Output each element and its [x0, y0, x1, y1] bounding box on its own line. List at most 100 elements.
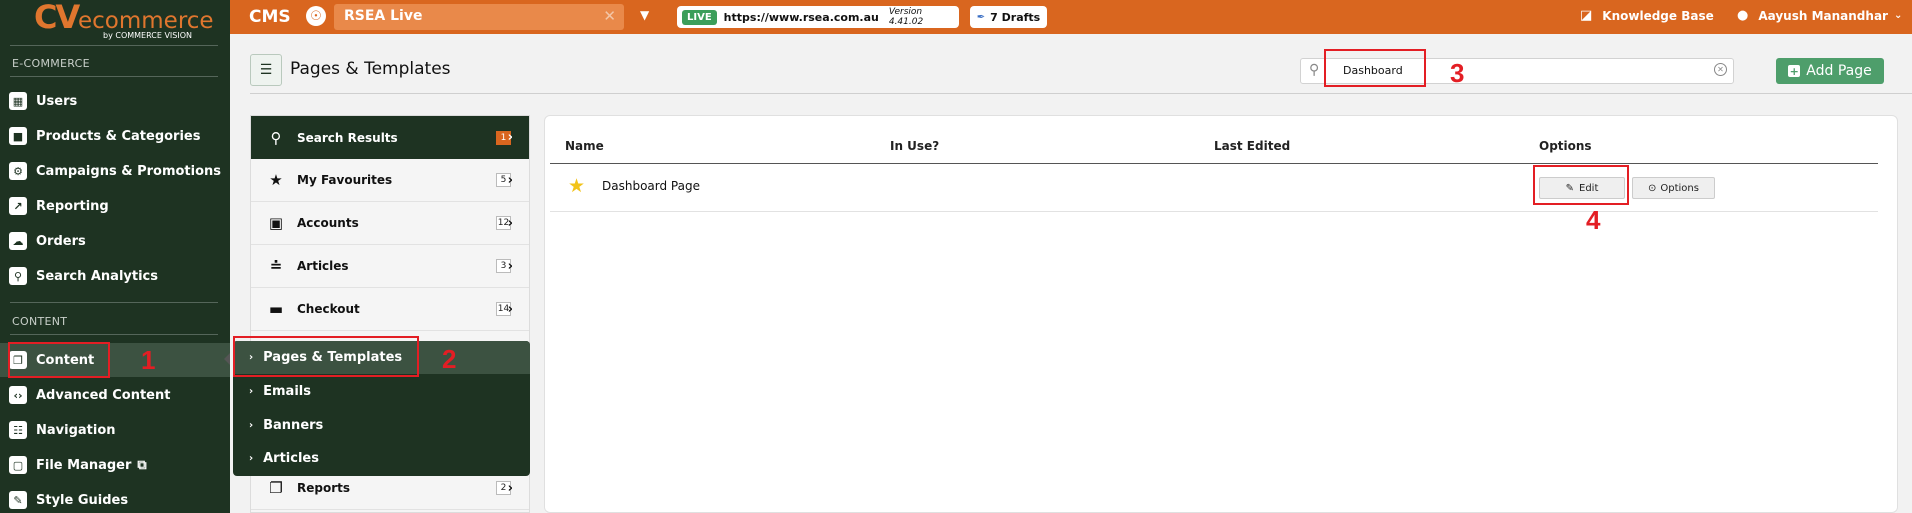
sidebar-item-file-manager[interactable]: ▢ File Manager ⧉ [0, 448, 230, 482]
chevron-right-icon: › [507, 258, 513, 274]
rss-icon: ≐ [269, 257, 283, 275]
sitemap-icon: ☷ [9, 421, 27, 439]
flyout-item-label: Articles [263, 451, 319, 466]
flyout-item-label: Emails [263, 384, 311, 399]
external-link-icon[interactable]: ⧉ [137, 458, 146, 473]
site-url: https://www.rsea.com.au [723, 10, 879, 24]
pages-icon: ❐ [269, 479, 283, 497]
category-checkout[interactable]: ▬ Checkout 14 › [251, 288, 529, 331]
chevron-right-icon: › [507, 172, 513, 188]
chart-icon: ↗ [9, 197, 27, 215]
sidebar-item-search-analytics[interactable]: ⚲ Search Analytics [0, 259, 230, 293]
id-card-icon: ▣ [268, 214, 284, 232]
circle-dot-icon: ⊙ [1648, 182, 1657, 194]
annotation-number-3: 3 [1450, 58, 1465, 88]
search-icon: ⚲ [9, 267, 27, 285]
users-icon: ▦ [9, 92, 27, 110]
chevron-right-icon: › [249, 386, 254, 397]
sidebar-item-label: Advanced Content [36, 387, 171, 403]
site-select[interactable]: RSEA Live ✕ [334, 4, 624, 30]
sidebar-item-label: File Manager [36, 457, 132, 473]
category-my-favourites[interactable]: ★ My Favourites 5 › [251, 159, 529, 202]
flyout-item-label: Banners [263, 418, 324, 433]
chevron-right-icon: › [507, 301, 513, 317]
box-icon: ■ [9, 127, 27, 145]
chevron-right-icon: › [249, 453, 254, 464]
book-icon: ◪ [1580, 8, 1593, 23]
flyout-item-banners[interactable]: › Banners [233, 409, 530, 442]
favourite-star-icon[interactable]: ★ [568, 175, 585, 197]
brush-icon: ✎ [9, 491, 27, 509]
sidebar-item-products-categories[interactable]: ■ Products & Categories [0, 119, 230, 153]
knowledge-base-link[interactable]: ◪ Knowledge Base [1580, 8, 1714, 23]
commerce-vision-logo[interactable]: CV ecommerce by COMMERCE VISION [34, 0, 214, 40]
folder-icon: ▢ [9, 456, 27, 474]
sidebar-divider [10, 302, 218, 303]
sidebar-item-users[interactable]: ▦ Users [0, 84, 230, 118]
drafts-button[interactable]: ✒ 7 Drafts [970, 6, 1047, 28]
live-badge: LIVE [682, 9, 717, 25]
page-name[interactable]: Dashboard Page [602, 179, 700, 193]
sidebar-item-navigation[interactable]: ☷ Navigation [0, 413, 230, 447]
pages-table-card [544, 115, 1898, 513]
globe-icon: ☉ [306, 6, 326, 26]
logo-by: by COMMERCE VISION [103, 31, 192, 40]
site-select-value: RSEA Live [344, 8, 423, 24]
chevron-right-icon: › [249, 420, 254, 431]
page-title: Pages & Templates [290, 59, 451, 79]
credit-card-icon: ▬ [268, 300, 284, 318]
annotation-box-2 [233, 336, 419, 377]
sidebar-item-label: Navigation [36, 422, 116, 438]
column-header-name[interactable]: Name [565, 139, 604, 153]
chevron-down-icon: ⌄ [1893, 10, 1903, 21]
annotation-box-3 [1324, 49, 1426, 87]
category-accounts[interactable]: ▣ Accounts 12 › [251, 202, 529, 245]
annotation-box-4 [1533, 165, 1629, 205]
sidebar-divider [10, 76, 218, 77]
plus-icon: + [1788, 64, 1801, 78]
table-row-divider [550, 211, 1878, 212]
drafts-label: 7 Drafts [990, 10, 1041, 24]
column-header-in-use[interactable]: In Use? [890, 139, 939, 153]
sidebar-item-style-guides[interactable]: ✎ Style Guides [0, 483, 230, 513]
sidebar-item-label: Search Analytics [36, 268, 158, 284]
table-header-divider [550, 163, 1878, 164]
add-page-label: Add Page [1806, 63, 1872, 79]
category-label: Articles [297, 259, 349, 273]
sidebar-section-content: CONTENT [12, 315, 68, 328]
sidebar-section-ecommerce: E-COMMERCE [12, 57, 90, 70]
sidebar-divider [10, 45, 218, 46]
clear-icon[interactable]: ✕ [603, 7, 616, 25]
sidebar-item-reporting[interactable]: ↗ Reporting [0, 189, 230, 223]
gear-tag-icon: ⚙ [9, 162, 27, 180]
flyout-item-articles[interactable]: › Articles [233, 442, 530, 475]
user-icon: ● [1737, 8, 1749, 23]
sidebar-item-campaigns-promotions[interactable]: ⚙ Campaigns & Promotions [0, 154, 230, 188]
sidebar-item-label: Style Guides [36, 492, 129, 508]
user-menu[interactable]: ● Aayush Manandhar ⌄ [1737, 8, 1902, 23]
sidebar-item-orders[interactable]: ☁ Orders [0, 224, 230, 258]
knowledge-base-label: Knowledge Base [1602, 8, 1714, 23]
column-header-last-edited[interactable]: Last Edited [1214, 139, 1290, 153]
cloud-upload-icon: ☁ [9, 232, 27, 250]
options-button[interactable]: ⊙ Options [1632, 177, 1715, 199]
active-indicator-caret [224, 353, 230, 365]
chevron-right-icon: › [507, 480, 513, 496]
category-label: Reports [297, 481, 351, 495]
clear-search-icon[interactable]: ✕ [1714, 63, 1727, 76]
sidebar-item-label: Reporting [36, 198, 109, 214]
chevron-down-icon[interactable]: ▼ [640, 8, 649, 22]
search-icon: ⚲ [270, 128, 282, 147]
annotation-number-1: 1 [141, 345, 156, 375]
environment-info[interactable]: LIVE https://www.rsea.com.au Version 4.4… [677, 6, 959, 28]
category-articles[interactable]: ≐ Articles 3 › [251, 245, 529, 288]
user-name: Aayush Manandhar [1758, 8, 1888, 23]
sidebar-item-label: Users [36, 93, 78, 109]
category-search-results[interactable]: ⚲ Search Results 1 › [251, 116, 529, 159]
header-divider [250, 93, 1912, 94]
column-header-options: Options [1539, 139, 1592, 153]
flyout-item-emails[interactable]: › Emails [233, 375, 530, 408]
chevron-right-icon: › [507, 215, 513, 231]
sidebar-item-advanced-content[interactable]: ‹› Advanced Content [0, 378, 230, 412]
add-page-button[interactable]: + Add Page [1776, 58, 1884, 84]
